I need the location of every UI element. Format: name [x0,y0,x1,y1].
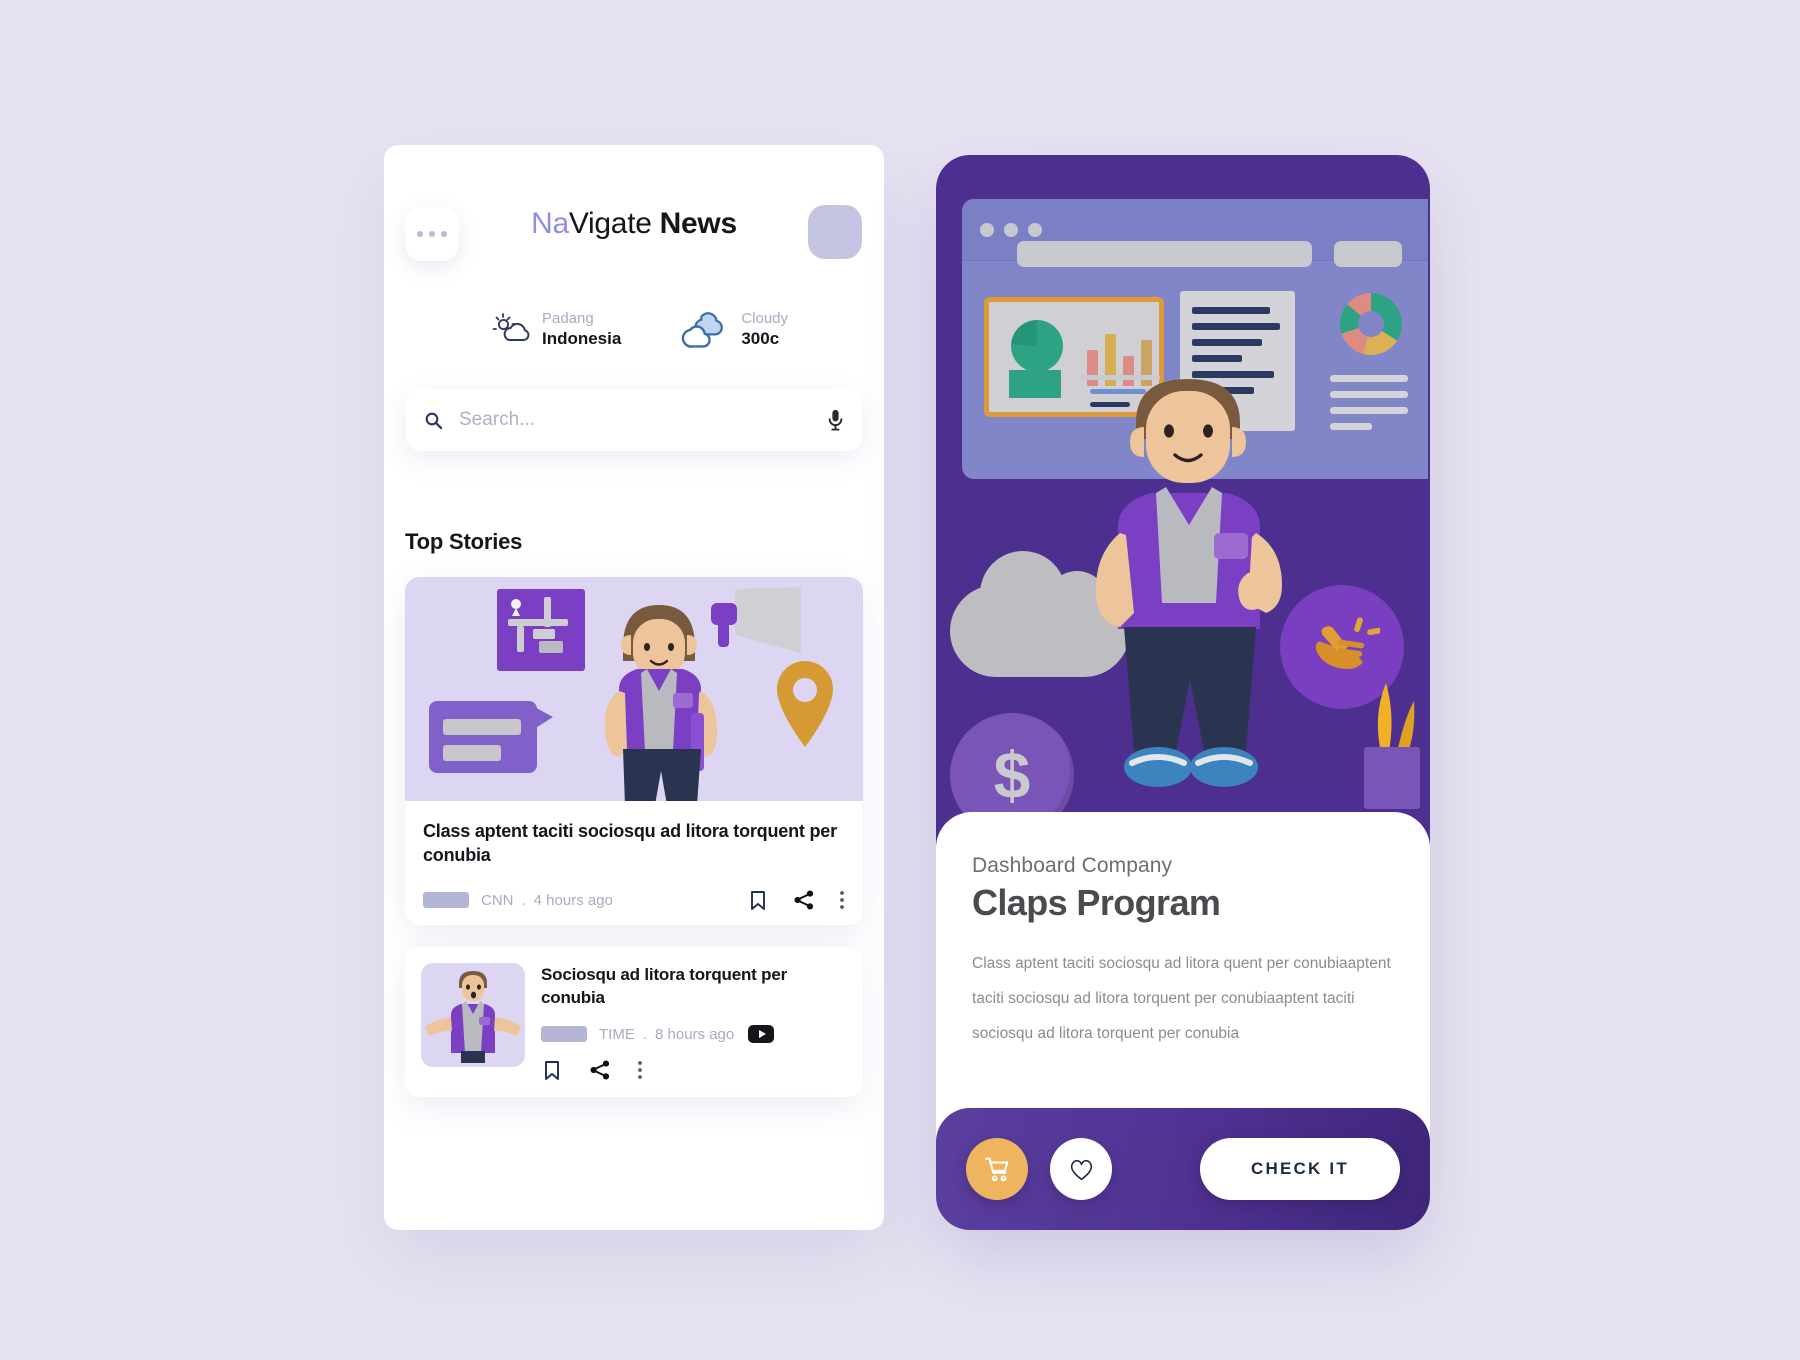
story-time: 4 hours ago [533,891,613,909]
browser-dot [1028,223,1042,237]
microphone-icon[interactable] [827,409,844,431]
story-thumbnail [421,963,525,1067]
sun-behind-cloud-icon [492,313,530,341]
story-source: CNN [481,891,514,909]
story-time: 8 hours ago [655,1025,735,1043]
story-content: Sociosqu ad litora torquent per conubia … [541,963,847,1081]
add-to-cart-button[interactable] [966,1138,1028,1200]
story-meta: CNN . 4 hours ago [423,889,845,911]
legend-line [1330,375,1408,382]
brand-accent: Na [531,207,569,240]
news-app-screen: NaVigate News Padang Indonesia Cloudy 30… [384,145,884,1230]
product-headline: Claps Program [972,882,1221,923]
weather-desc: Cloudy [741,309,789,327]
check-it-button[interactable]: CHECK IT [1200,1138,1400,1200]
search-icon [425,412,443,429]
weather-temp: 300c [741,328,780,348]
favorite-button[interactable] [1050,1138,1112,1200]
doc-line [1192,339,1262,346]
avatar[interactable] [808,205,862,259]
search-section [384,389,884,451]
product-detail-screen: $ Dashboard Company Claps Program Class … [936,155,1430,1230]
legend-line [1330,407,1408,414]
heart-icon [1070,1159,1092,1180]
doc-line [1192,323,1280,330]
story-actions [541,1059,847,1081]
cloud-icon [682,312,724,348]
legend-line [1330,423,1372,430]
plant-pot [1364,747,1420,809]
pie-chart-icon [1011,320,1063,372]
story-card[interactable]: Class aptent taciti sociosqu ad litora t… [405,577,863,925]
browser-extra-bar [1334,241,1402,267]
search-input[interactable] [459,409,811,431]
brand-bold: News [659,207,737,240]
weather-location[interactable]: Padang Indonesia [492,307,621,351]
story-card[interactable]: Sociosqu ad litora torquent per conubia … [405,947,863,1097]
browser-address-bar [1017,241,1312,267]
product-kicker: Dashboard Company [972,854,1173,877]
weather-condition-text: Cloudy 300c [741,309,788,350]
legend-line [1330,391,1408,398]
doc-line [1192,355,1242,362]
weather-location-text: Padang Indonesia [542,309,621,350]
clap-glyph [1315,617,1380,669]
brand-mid: Vigate [568,207,652,240]
bookmark-icon[interactable] [541,1059,563,1081]
design-canvas: NaVigate News Padang Indonesia Cloudy 30… [0,0,1800,1360]
3d-character-thumbnail-icon [425,971,521,1063]
doc-line [1192,307,1270,314]
story-title: Sociosqu ad litora torquent per conubia [541,965,787,1007]
story-meta: TIME . 8 hours ago [541,1025,847,1043]
browser-dot [980,223,994,237]
3d-character-thumbs-up-icon [1095,379,1282,787]
play-triangle [758,1030,766,1038]
bookmark-icon[interactable] [747,889,769,911]
kebab-menu-icon[interactable] [839,889,845,911]
weather-condition[interactable]: Cloudy 300c [679,307,788,351]
weather-country: Indonesia [541,328,622,348]
3d-character-scene-icon [429,587,833,801]
story-source: TIME [599,1025,635,1043]
story-illustration [405,577,863,801]
story-title: Class aptent taciti sociosqu ad litora t… [423,821,837,865]
chart-block [1009,370,1061,398]
youtube-play-icon[interactable] [748,1025,775,1043]
app-header: NaVigate News [384,145,884,265]
source-logo-placeholder [423,892,469,908]
weather-row: Padang Indonesia Cloudy 300c [384,307,884,351]
source-logo-placeholder [541,1026,587,1042]
share-icon[interactable] [793,889,815,911]
share-icon[interactable] [589,1059,611,1081]
story-body: Class aptent taciti sociosqu ad litora t… [405,801,863,925]
kebab-menu-icon[interactable] [637,1059,643,1081]
currency-symbol: $ [993,738,1031,812]
bottom-action-bar: CHECK IT [936,1108,1430,1230]
donut-chart-icon [1340,293,1402,355]
search-bar[interactable] [406,389,862,451]
browser-dot [1004,223,1018,237]
meta-separator: . [642,1025,648,1043]
section-heading: Top Stories [405,529,523,554]
shopping-cart-icon [984,1157,1009,1182]
weather-city: Padang [541,309,594,327]
legend-lines [1330,375,1408,439]
product-description: Class aptent taciti sociosqu ad litora q… [972,955,1391,1042]
meta-separator: . [521,891,526,909]
